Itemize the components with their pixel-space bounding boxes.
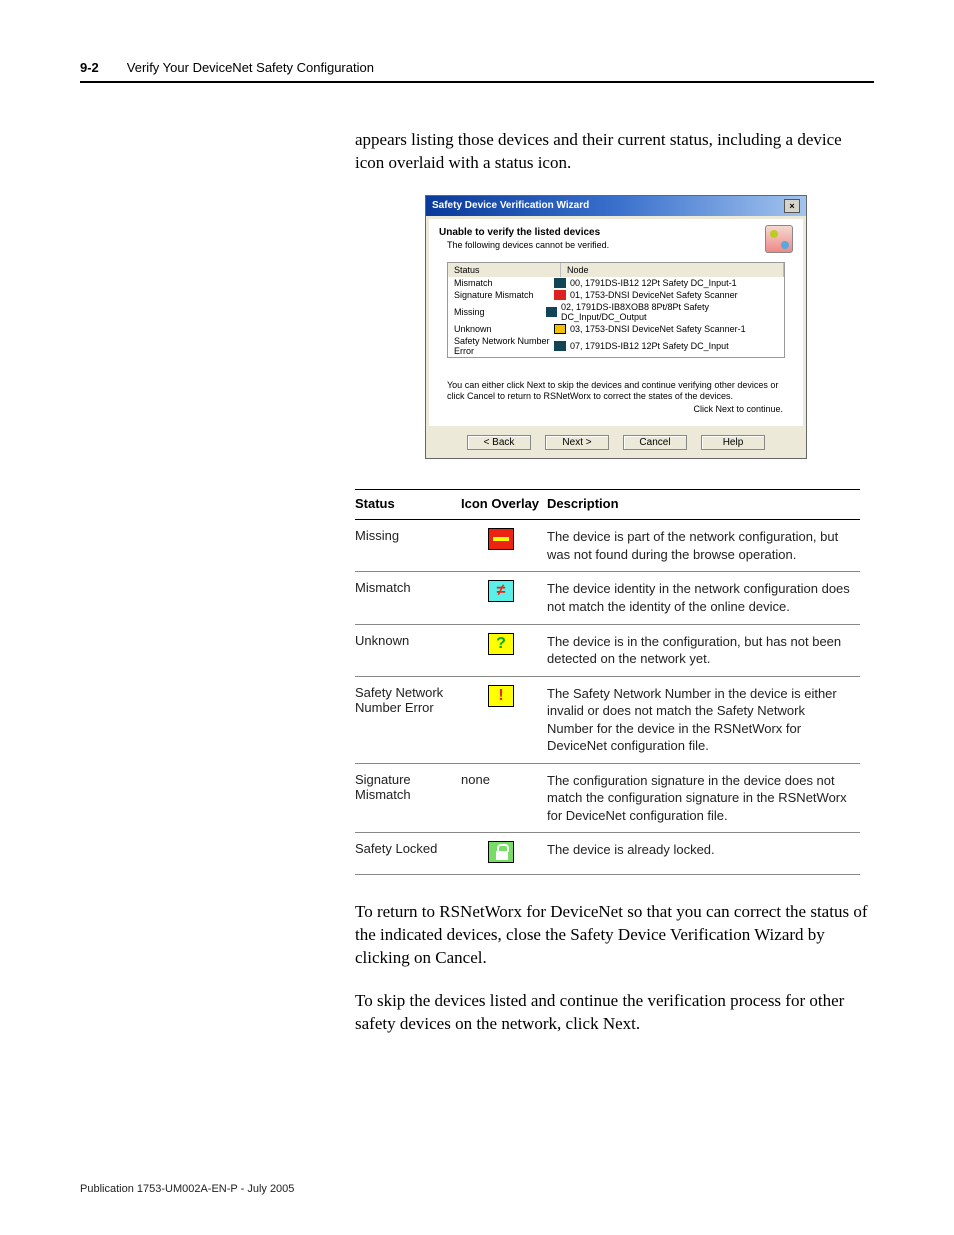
next-button[interactable]: Next > [545,435,609,450]
device-list-header: Status Node [448,263,784,277]
device-list-row[interactable]: Unknown 03, 1753-DNSI DeviceNet Safety Sc… [448,323,784,335]
table-row: Safety Locked The device is already locke… [355,833,860,875]
device-list-row[interactable]: Mismatch 00, 1791DS-IB12 12Pt Safety DC_I… [448,277,784,289]
cell-description: The device is already locked. [547,833,860,875]
cell-description: The Safety Network Number in the device … [547,676,860,763]
table-row: Signature MismatchnoneThe configuration … [355,763,860,833]
row-node: 02, 1791DS-IB8XOB8 8Pt/8Pt Safety DC_Inp… [561,302,778,322]
page-header: 9-2 Verify Your DeviceNet Safety Configu… [80,60,874,75]
table-row: Mismatch ≠ The device identity in the netw… [355,572,860,624]
cell-status: Safety Network Number Error [355,676,461,763]
chapter-title: Verify Your DeviceNet Safety Configurati… [127,60,374,75]
after-paragraph-1: To return to RSNetWorx for DeviceNet so … [355,901,874,970]
device-list: Status Node Mismatch 00, 1791DS-IB12 12Pt… [447,262,785,358]
close-icon[interactable]: × [784,199,800,213]
help-button[interactable]: Help [701,435,765,450]
cell-icon [461,833,547,875]
device-list-row[interactable]: Missing 02, 1791DS-IB8XOB8 8Pt/8Pt Safety… [448,301,784,323]
cell-icon: ! [461,676,547,763]
cell-status: Missing [355,520,461,572]
th-description: Description [547,490,860,520]
row-status: Safety Network Number Error [454,336,554,356]
header-rule [80,81,874,83]
row-node: 00, 1791DS-IB12 12Pt Safety DC_Input-1 [570,278,737,288]
row-node: 07, 1791DS-IB12 12Pt Safety DC_Input [570,341,729,351]
dialog-button-row: < Back Next > Cancel Help [426,429,806,458]
back-button[interactable]: < Back [467,435,531,450]
col-header-node[interactable]: Node [561,263,784,277]
unknown-icon: ? [488,633,514,655]
dialog-continue-text: Click Next to continue. [439,404,783,414]
page-number: 9-2 [80,60,99,75]
cell-icon: none [461,763,547,833]
cell-status: Mismatch [355,572,461,624]
locked-icon [488,841,514,863]
status-description-table: Status Icon Overlay Description Missing T… [355,489,860,875]
th-status: Status [355,490,461,520]
cancel-button[interactable]: Cancel [623,435,687,450]
publication-line: Publication 1753-UM002A-EN-P - July 2005 [80,1183,294,1195]
cell-description: The device is in the configuration, but … [547,624,860,676]
cell-description: The configuration signature in the devic… [547,763,860,833]
th-icon: Icon Overlay [461,490,547,520]
device-icon [546,307,557,317]
row-status: Unknown [454,324,554,334]
device-icon [554,290,566,300]
table-row: Unknown? The device is in the configurati… [355,624,860,676]
cell-status: Unknown [355,624,461,676]
mismatch-icon: ≠ [488,580,514,602]
row-node: 03, 1753-DNSI DeviceNet Safety Scanner-1 [570,324,746,334]
device-icon [554,278,566,288]
col-header-status[interactable]: Status [448,263,561,277]
cell-description: The device identity in the network confi… [547,572,860,624]
dialog-title-text: Safety Device Verification Wizard [432,200,589,211]
cell-icon: ≠ [461,572,547,624]
dialog-footer-text: You can either click Next to skip the de… [447,380,785,403]
intro-paragraph: appears listing those devices and their … [355,129,874,175]
cell-status: Safety Locked [355,833,461,875]
row-status: Signature Mismatch [454,290,554,300]
verification-wizard-dialog: Safety Device Verification Wizard × Unab… [425,195,807,460]
after-paragraph-2: To skip the devices listed and continue … [355,990,874,1036]
neterr-icon: ! [488,685,514,707]
cell-icon: ? [461,624,547,676]
wizard-emblem-icon [765,225,793,253]
table-row: Missing The device is part of the network… [355,520,860,572]
device-list-row[interactable]: Safety Network Number Error 07, 1791DS-IB… [448,335,784,357]
missing-icon [488,528,514,550]
table-row: Safety Network Number Error! The Safety N… [355,676,860,763]
row-status: Missing [454,307,546,317]
device-list-row[interactable]: Signature Mismatch 01, 1753-DNSI DeviceNe… [448,289,784,301]
dialog-heading: Unable to verify the listed devices [439,227,793,238]
device-icon [554,341,566,351]
dialog-subheading: The following devices cannot be verified… [447,240,793,250]
cell-icon [461,520,547,572]
device-icon [554,324,566,334]
cell-status: Signature Mismatch [355,763,461,833]
cell-description: The device is part of the network config… [547,520,860,572]
row-status: Mismatch [454,278,554,288]
row-node: 01, 1753-DNSI DeviceNet Safety Scanner [570,290,738,300]
dialog-titlebar: Safety Device Verification Wizard × [426,196,806,216]
